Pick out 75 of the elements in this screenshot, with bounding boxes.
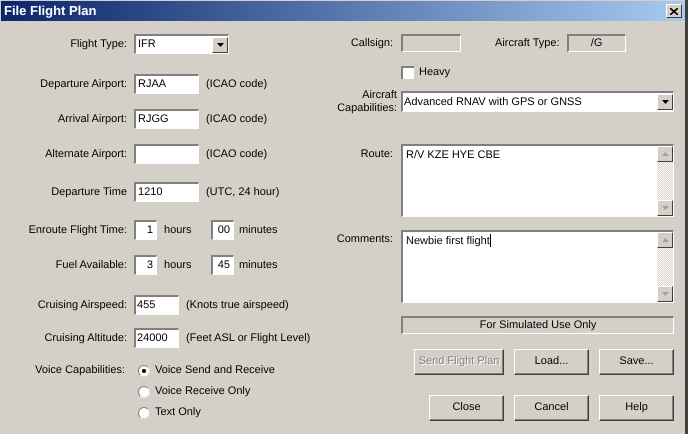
notice-box: For Simulated Use Only <box>401 316 674 334</box>
down-arrow-icon <box>662 100 668 104</box>
scrollbar[interactable] <box>657 232 673 302</box>
field-hint: (Feet ASL or Flight Level) <box>186 330 310 346</box>
field-label: Arrival Airport: <box>56 112 128 127</box>
hours-field[interactable]: 3 <box>134 255 157 275</box>
field-label: Route: <box>360 146 394 162</box>
dropdown-button[interactable] <box>657 94 673 110</box>
field-label: Cruising Altitude: <box>43 330 128 346</box>
field-label: Departure Airport: <box>39 76 128 92</box>
dialog-button[interactable]: Close <box>429 394 504 420</box>
dropdown-button[interactable] <box>212 36 228 52</box>
scroll-down-button[interactable] <box>657 286 673 302</box>
field-label: Capabilities: <box>337 102 397 114</box>
scroll-up-button[interactable] <box>657 232 673 248</box>
minutes-unit: minutes <box>239 222 278 238</box>
checkbox[interactable] <box>401 66 414 79</box>
scrollbar[interactable] <box>657 146 673 216</box>
field-label: Aircraft <box>362 88 397 102</box>
radio-button[interactable] <box>138 364 150 376</box>
capabilities-dropdown[interactable]: Advanced RNAV with GPS or GNSS <box>401 91 674 112</box>
dialog-button[interactable]: Help <box>599 394 674 420</box>
field-hint: (Knots true airspeed) <box>186 298 289 313</box>
up-arrow-icon <box>662 152 668 156</box>
field-label: Cruising Airspeed: <box>36 298 128 313</box>
radio-option[interactable]: Text Only <box>134 402 275 423</box>
field-hint: (ICAO code) <box>206 146 268 162</box>
text-field[interactable]: 24000 <box>134 328 179 348</box>
text-field[interactable] <box>134 144 199 164</box>
comments-field[interactable]: Newbie first flight <box>401 230 674 302</box>
field-value: R/V KZE HYE CBE <box>406 148 500 162</box>
flight-type-dropdown[interactable]: IFR <box>134 34 229 54</box>
callsign-field[interactable] <box>401 34 461 52</box>
hours-unit: hours <box>164 258 193 273</box>
scroll-down-button[interactable] <box>657 200 673 216</box>
up-arrow-icon <box>662 238 668 242</box>
close-button[interactable] <box>666 4 682 18</box>
dialog-button[interactable]: Cancel <box>514 394 589 420</box>
radio-option[interactable]: Voice Send and Receive <box>134 360 275 381</box>
field-label: Aircraft Type: <box>495 36 561 51</box>
down-arrow-icon <box>662 292 668 296</box>
window-title: File Flight Plan <box>4 2 96 20</box>
down-arrow-icon <box>216 42 224 46</box>
field-label: Voice Capabilities: <box>34 363 126 378</box>
field-label: Departure Time <box>50 184 128 200</box>
dialog-button[interactable]: Save... <box>599 348 674 374</box>
field-label: Comments: <box>336 232 394 246</box>
field-label: Alternate Airport: <box>44 146 128 162</box>
field-label: Flight Type: <box>69 36 128 52</box>
close-icon <box>670 8 678 14</box>
field-hint: (ICAO code) <box>206 76 268 92</box>
field-hint: (ICAO code) <box>206 112 268 127</box>
aircraft-type-field[interactable]: /G <box>566 34 626 52</box>
field-value: Newbie first flight <box>406 234 490 248</box>
field-label: Fuel Available: <box>54 258 128 273</box>
field-label: Callsign: <box>350 36 394 51</box>
text-field[interactable]: 1210 <box>134 182 199 202</box>
field-label: Enroute Flight Time: <box>28 222 128 238</box>
radio-button[interactable] <box>138 386 150 398</box>
route-field[interactable]: R/V KZE HYE CBE <box>401 144 674 216</box>
minutes-field[interactable]: 45 <box>211 255 234 275</box>
minutes-field[interactable]: 00 <box>211 220 234 240</box>
text-field[interactable]: RJAA <box>134 74 199 94</box>
text-field[interactable]: 455 <box>134 295 179 315</box>
radio-button[interactable] <box>138 406 150 418</box>
checkbox-label: Heavy <box>419 65 450 80</box>
text-field[interactable]: RJGG <box>134 109 199 129</box>
radio-option[interactable]: Voice Receive Only <box>134 381 275 402</box>
down-arrow-icon <box>662 206 668 210</box>
field-hint: (UTC, 24 hour) <box>206 184 280 200</box>
scroll-up-button[interactable] <box>657 146 673 162</box>
hours-unit: hours <box>164 222 193 238</box>
hours-field[interactable]: 1 <box>134 220 157 240</box>
minutes-unit: minutes <box>239 258 278 273</box>
dialog-button[interactable]: Load... <box>514 348 589 374</box>
